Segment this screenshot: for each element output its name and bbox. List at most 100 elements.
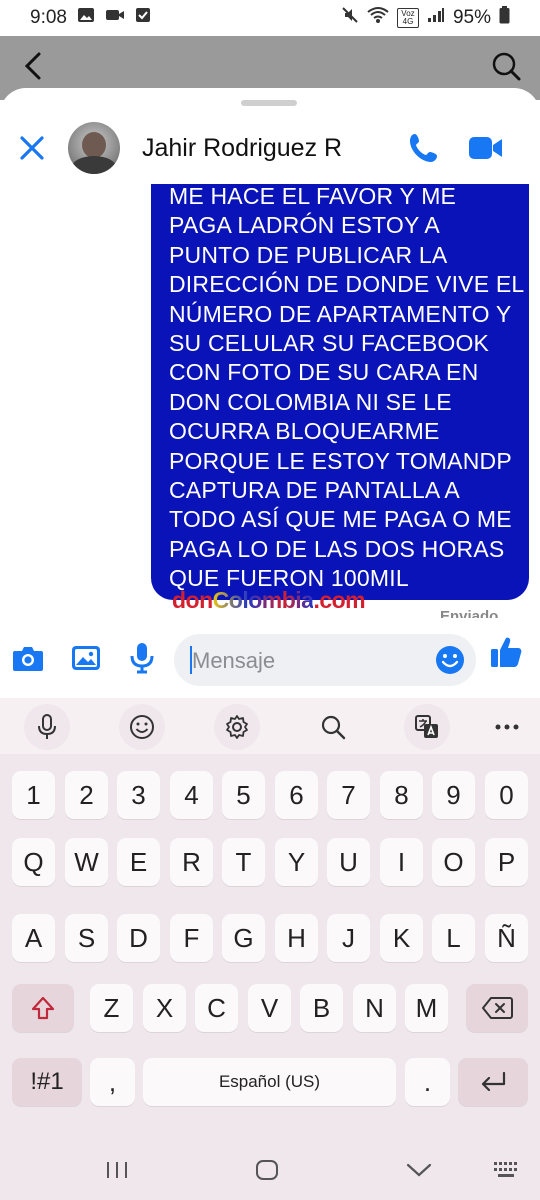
key-m[interactable]: M bbox=[405, 984, 448, 1032]
chevron-down-icon bbox=[406, 1163, 432, 1177]
outgoing-message-bubble[interactable]: ME HACE EL FAVOR Y ME PAGA LADRÓN ESTOY … bbox=[151, 184, 529, 600]
key-j[interactable]: J bbox=[327, 914, 370, 962]
close-button[interactable] bbox=[14, 130, 50, 166]
keyboard-settings-button[interactable] bbox=[214, 704, 260, 750]
video-call-button[interactable] bbox=[466, 128, 506, 168]
key-8[interactable]: 8 bbox=[380, 771, 423, 819]
avatar[interactable] bbox=[68, 122, 120, 174]
key-6[interactable]: 6 bbox=[275, 771, 318, 819]
battery-icon bbox=[499, 6, 510, 30]
emoji-button[interactable] bbox=[434, 644, 466, 676]
translate-button[interactable] bbox=[404, 704, 450, 750]
key-2[interactable]: 2 bbox=[65, 771, 108, 819]
key-enye[interactable]: Ñ bbox=[485, 914, 528, 962]
message-list[interactable]: ME HACE EL FAVOR Y ME PAGA LADRÓN ESTOY … bbox=[0, 184, 540, 618]
enter-arrow-icon bbox=[481, 1071, 506, 1092]
search-icon[interactable] bbox=[490, 50, 522, 87]
search-icon bbox=[321, 715, 346, 740]
network-type-icon: Voz 4G bbox=[396, 8, 419, 28]
message-line: OCURRA BLOQUEARME bbox=[169, 418, 440, 445]
key-3[interactable]: 3 bbox=[117, 771, 160, 819]
key-c[interactable]: C bbox=[195, 984, 238, 1032]
image-icon bbox=[72, 646, 100, 670]
emoji-panel-button[interactable] bbox=[119, 704, 165, 750]
hide-keyboard-button[interactable] bbox=[399, 1154, 439, 1186]
key-y[interactable]: Y bbox=[275, 838, 318, 886]
key-o[interactable]: O bbox=[432, 838, 475, 886]
home-button[interactable] bbox=[247, 1154, 287, 1186]
key-i[interactable]: I bbox=[380, 838, 423, 886]
key-h[interactable]: H bbox=[275, 914, 318, 962]
message-line: PAGA LADRÓN ESTOY A bbox=[169, 212, 440, 239]
comma-key[interactable]: , bbox=[90, 1058, 135, 1106]
voice-message-button[interactable] bbox=[122, 638, 162, 678]
key-z[interactable]: Z bbox=[90, 984, 133, 1032]
key-w[interactable]: W bbox=[65, 838, 108, 886]
key-r[interactable]: R bbox=[170, 838, 213, 886]
message-line: TODO ASÍ QUE ME PAGA O ME bbox=[169, 506, 512, 533]
back-arrow-icon[interactable] bbox=[18, 50, 50, 87]
signal-icon bbox=[427, 7, 445, 29]
key-f[interactable]: F bbox=[170, 914, 213, 962]
message-line: SU CELULAR SU FACEBOOK bbox=[169, 330, 490, 357]
key-a[interactable]: A bbox=[12, 914, 55, 962]
gear-icon bbox=[226, 715, 248, 739]
microphone-icon bbox=[130, 643, 154, 674]
space-bar[interactable]: Español (US) bbox=[143, 1058, 396, 1106]
watermark: donColombia.com bbox=[172, 587, 366, 614]
key-e[interactable]: E bbox=[117, 838, 160, 886]
drag-handle[interactable] bbox=[241, 100, 297, 106]
key-u[interactable]: U bbox=[327, 838, 370, 886]
camera-button[interactable] bbox=[8, 638, 48, 678]
key-4[interactable]: 4 bbox=[170, 771, 213, 819]
watermark-part: .com bbox=[313, 587, 366, 613]
recent-apps-icon bbox=[107, 1162, 127, 1178]
voice-call-button[interactable] bbox=[404, 128, 444, 168]
key-b[interactable]: B bbox=[300, 984, 343, 1032]
watermark-part: don bbox=[172, 587, 213, 613]
enter-key[interactable] bbox=[458, 1058, 528, 1106]
voice-input-button[interactable] bbox=[24, 704, 70, 750]
key-g[interactable]: G bbox=[222, 914, 265, 962]
more-dots-icon bbox=[495, 724, 519, 730]
like-button[interactable] bbox=[486, 632, 526, 672]
sent-status: Enviado bbox=[440, 608, 499, 618]
key-5[interactable]: 5 bbox=[222, 771, 265, 819]
symbols-key[interactable]: !#1 bbox=[12, 1058, 82, 1106]
keyboard-search-button[interactable] bbox=[310, 704, 356, 750]
keyboard-switch-button[interactable] bbox=[486, 1154, 526, 1186]
smiley-icon bbox=[436, 646, 464, 674]
key-t[interactable]: T bbox=[222, 838, 265, 886]
key-p[interactable]: P bbox=[485, 838, 528, 886]
translate-icon bbox=[415, 715, 438, 738]
gallery-button[interactable] bbox=[66, 638, 106, 678]
period-key[interactable]: . bbox=[405, 1058, 450, 1106]
keyboard: 1 2 3 4 5 6 7 8 9 0 Q W E R T Y U I O P … bbox=[0, 698, 540, 1140]
message-line: CAPTURA DE PANTALLA A bbox=[169, 477, 460, 504]
key-d[interactable]: D bbox=[117, 914, 160, 962]
key-9[interactable]: 9 bbox=[432, 771, 475, 819]
backspace-key[interactable] bbox=[466, 984, 528, 1032]
wifi-icon bbox=[367, 6, 389, 30]
status-bar: 9:08 Voz 4G 95% bbox=[0, 0, 540, 36]
key-v[interactable]: V bbox=[248, 984, 291, 1032]
message-input[interactable]: Mensaje bbox=[174, 634, 476, 686]
navigation-bar bbox=[0, 1140, 540, 1200]
key-0[interactable]: 0 bbox=[485, 771, 528, 819]
status-time: 9:08 bbox=[30, 7, 67, 28]
message-line: PORQUE LE ESTOY TOMANDP bbox=[169, 447, 512, 474]
check-box-icon bbox=[135, 7, 151, 29]
more-options-button[interactable] bbox=[484, 704, 530, 750]
recent-apps-button[interactable] bbox=[97, 1154, 137, 1186]
key-s[interactable]: S bbox=[65, 914, 108, 962]
key-k[interactable]: K bbox=[380, 914, 423, 962]
shift-key[interactable] bbox=[12, 984, 74, 1032]
key-1[interactable]: 1 bbox=[12, 771, 55, 819]
contact-name[interactable]: Jahir Rodriguez R bbox=[142, 134, 342, 163]
key-7[interactable]: 7 bbox=[327, 771, 370, 819]
microphone-icon bbox=[38, 714, 56, 739]
key-l[interactable]: L bbox=[432, 914, 475, 962]
key-n[interactable]: N bbox=[353, 984, 396, 1032]
key-q[interactable]: Q bbox=[12, 838, 55, 886]
key-x[interactable]: X bbox=[143, 984, 186, 1032]
